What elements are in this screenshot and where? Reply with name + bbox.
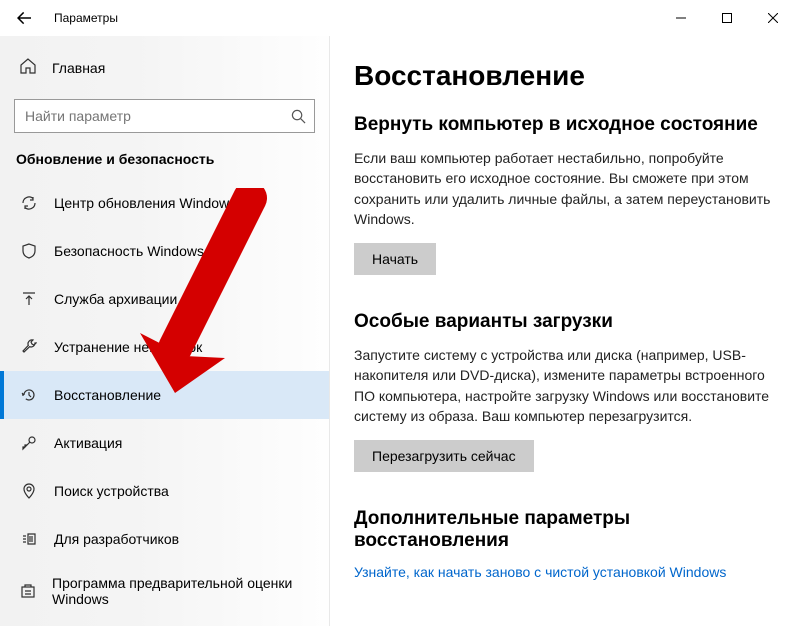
sidebar-item-label: Безопасность Windows bbox=[54, 243, 204, 259]
minimize-button[interactable] bbox=[658, 0, 704, 36]
search-input[interactable] bbox=[14, 99, 315, 133]
location-icon bbox=[20, 483, 38, 499]
window-controls bbox=[658, 0, 796, 36]
section-advanced-heading: Особые варианты загрузки bbox=[354, 311, 772, 333]
close-icon bbox=[768, 13, 778, 23]
sidebar-item-label: Программа предварительной оценки Windows bbox=[52, 575, 309, 607]
minimize-icon bbox=[676, 13, 686, 23]
search-wrap bbox=[14, 99, 315, 133]
sidebar-item-label: Восстановление bbox=[54, 387, 161, 403]
sidebar-item-update[interactable]: Центр обновления Windows bbox=[0, 179, 329, 227]
search-icon bbox=[291, 109, 306, 124]
developer-icon bbox=[20, 531, 38, 547]
main-content: Восстановление Вернуть компьютер в исход… bbox=[330, 36, 796, 626]
window-title: Параметры bbox=[54, 11, 118, 25]
key-icon bbox=[20, 435, 38, 451]
sidebar-item-backup[interactable]: Служба архивации bbox=[0, 275, 329, 323]
sidebar-item-developers[interactable]: Для разработчиков bbox=[0, 515, 329, 563]
section-more-options: Дополнительные параметры восстановления … bbox=[354, 508, 772, 580]
sidebar-item-activation[interactable]: Активация bbox=[0, 419, 329, 467]
backup-icon bbox=[20, 291, 38, 307]
history-icon bbox=[20, 387, 38, 403]
wrench-icon bbox=[20, 339, 38, 355]
section-reset: Вернуть компьютер в исходное состояние Е… bbox=[354, 114, 772, 275]
home-icon bbox=[20, 58, 36, 77]
reset-start-button[interactable]: Начать bbox=[354, 243, 436, 275]
close-button[interactable] bbox=[750, 0, 796, 36]
sidebar-category: Обновление и безопасность bbox=[0, 133, 329, 179]
search-button[interactable] bbox=[281, 99, 315, 133]
section-advanced-desc: Запустите систему с устройства или диска… bbox=[354, 345, 772, 426]
maximize-button[interactable] bbox=[704, 0, 750, 36]
section-reset-desc: Если ваш компьютер работает нестабильно,… bbox=[354, 148, 772, 229]
fresh-start-link[interactable]: Узнайте, как начать заново с чистой уста… bbox=[354, 564, 772, 580]
section-more-heading: Дополнительные параметры восстановления bbox=[354, 508, 772, 552]
insider-icon bbox=[20, 583, 36, 599]
sidebar-home-label: Главная bbox=[52, 60, 105, 76]
sidebar-item-label: Устранение неполадок bbox=[54, 339, 202, 355]
sidebar-item-recovery[interactable]: Восстановление bbox=[0, 371, 329, 419]
maximize-icon bbox=[722, 13, 732, 23]
sidebar: Главная Обновление и безопасность Центр … bbox=[0, 36, 330, 626]
sidebar-item-label: Для разработчиков bbox=[54, 531, 179, 547]
sidebar-item-label: Активация bbox=[54, 435, 122, 451]
arrow-left-icon bbox=[17, 11, 31, 25]
sidebar-item-label: Центр обновления Windows bbox=[54, 195, 236, 211]
sidebar-item-troubleshoot[interactable]: Устранение неполадок bbox=[0, 323, 329, 371]
back-button[interactable] bbox=[0, 0, 48, 36]
sidebar-item-insider[interactable]: Программа предварительной оценки Windows bbox=[0, 563, 329, 619]
titlebar: Параметры bbox=[0, 0, 796, 36]
section-reset-heading: Вернуть компьютер в исходное состояние bbox=[354, 114, 772, 136]
sidebar-item-find-device[interactable]: Поиск устройства bbox=[0, 467, 329, 515]
sidebar-item-security[interactable]: Безопасность Windows bbox=[0, 227, 329, 275]
restart-now-button[interactable]: Перезагрузить сейчас bbox=[354, 440, 534, 472]
page-title: Восстановление bbox=[354, 60, 772, 92]
shield-icon bbox=[20, 243, 38, 259]
sidebar-item-label: Служба архивации bbox=[54, 291, 177, 307]
sync-icon bbox=[20, 195, 38, 211]
section-advanced: Особые варианты загрузки Запустите систе… bbox=[354, 311, 772, 472]
sidebar-home[interactable]: Главная bbox=[0, 50, 329, 85]
sidebar-item-label: Поиск устройства bbox=[54, 483, 169, 499]
